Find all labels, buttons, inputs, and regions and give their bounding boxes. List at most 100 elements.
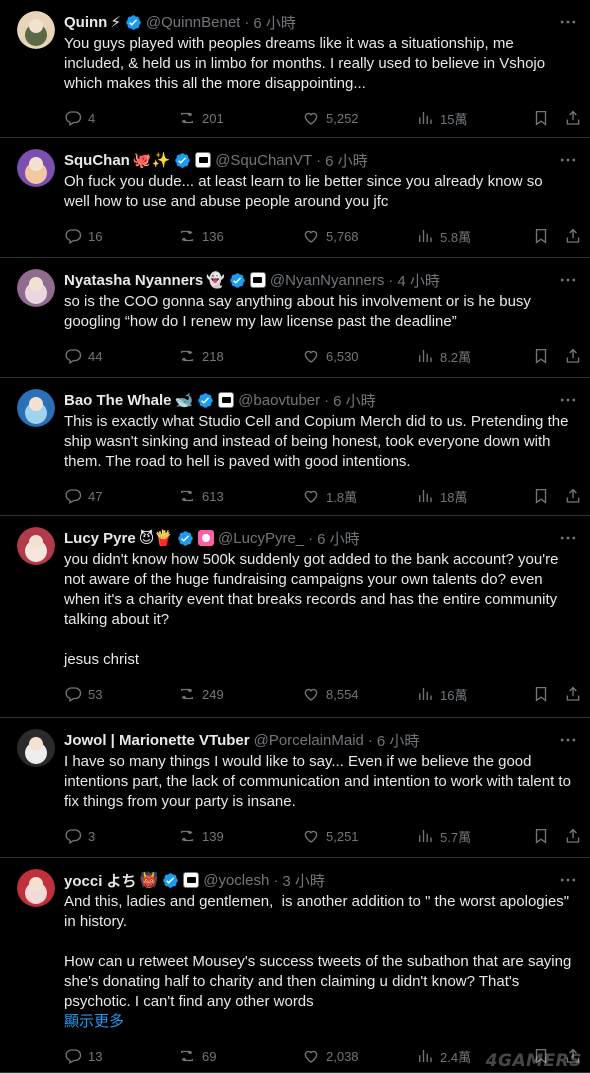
bookmark-button[interactable] — [532, 827, 556, 845]
separator-dot: · — [324, 391, 330, 409]
timestamp[interactable]: 3 小時 — [282, 870, 325, 891]
tweet[interactable]: Quinn ⚡ @QuinnBenet · 6 小時 You guys play… — [0, 0, 590, 138]
tweet[interactable]: yocci よち 👹 @yoclesh · 3 小時 And this, lad… — [0, 858, 590, 1073]
like-button[interactable]: 5,251 — [302, 827, 359, 845]
user-handle[interactable]: @LucyPyre_ — [218, 530, 304, 547]
reply-button[interactable]: 53 — [64, 685, 102, 703]
reply-button[interactable]: 3 — [64, 827, 95, 845]
bookmark-button[interactable] — [532, 347, 556, 365]
timestamp[interactable]: 6 小時 — [377, 730, 420, 751]
tweet-text[interactable]: This is exactly what Studio Cell and Cop… — [64, 412, 576, 472]
timestamp[interactable]: 4 小時 — [397, 270, 440, 291]
tweet-text[interactable]: You guys played with peoples dreams like… — [64, 34, 576, 94]
avatar[interactable] — [17, 729, 55, 767]
tweet-text[interactable]: Oh fuck you dude... at least learn to li… — [64, 172, 576, 212]
bookmark-button[interactable] — [532, 109, 556, 127]
repost-button[interactable]: 201 — [178, 109, 224, 127]
avatar[interactable] — [17, 869, 55, 907]
tweet-text[interactable]: I have so many things I would like to sa… — [64, 752, 576, 812]
display-name[interactable]: Quinn — [64, 14, 107, 31]
like-button[interactable]: 1.8萬 — [302, 487, 357, 506]
avatar[interactable] — [17, 527, 55, 565]
bookmark-button[interactable] — [532, 487, 556, 505]
bookmark-button[interactable] — [532, 227, 556, 245]
display-name[interactable]: SquChan — [64, 152, 130, 169]
views-button[interactable]: 8.2萬 — [416, 347, 471, 366]
tweet-text[interactable]: so is the COO gonna say anything about h… — [64, 292, 576, 332]
share-button[interactable] — [564, 227, 588, 245]
name-emoji: ⚡ — [110, 13, 121, 31]
affiliate-badge-icon[interactable] — [183, 872, 200, 888]
avatar[interactable] — [17, 149, 55, 187]
like-button[interactable]: 8,554 — [302, 685, 359, 703]
tweet-text[interactable]: you didn't know how 500k suddenly got ad… — [64, 550, 576, 670]
reply-button[interactable]: 16 — [64, 227, 102, 245]
verified-badge-icon — [126, 14, 141, 30]
reply-button[interactable]: 47 — [64, 487, 102, 505]
more-options-icon[interactable] — [558, 730, 578, 750]
repost-button[interactable]: 249 — [178, 685, 224, 703]
heart-icon — [304, 830, 318, 843]
user-handle[interactable]: @NyanNyanners — [270, 272, 384, 289]
share-button[interactable] — [564, 685, 588, 703]
timestamp[interactable]: 6 小時 — [317, 528, 360, 549]
tweet[interactable]: Lucy Pyre 😈🍟 @LucyPyre_ · 6 小時 you didn'… — [0, 516, 590, 718]
like-button[interactable]: 2,038 — [302, 1047, 359, 1065]
views-button[interactable]: 2.4萬 — [416, 1047, 471, 1066]
affiliate-badge-icon[interactable] — [195, 152, 212, 168]
affiliate-badge-icon[interactable] — [218, 392, 235, 408]
repost-button[interactable]: 218 — [178, 347, 224, 365]
display-name[interactable]: Bao The Whale — [64, 392, 172, 409]
affiliate-badge-icon[interactable] — [198, 530, 215, 546]
repost-button[interactable]: 139 — [178, 827, 224, 845]
avatar[interactable] — [17, 389, 55, 427]
display-name[interactable]: yocci よち — [64, 870, 137, 891]
avatar[interactable] — [17, 269, 55, 307]
share-button[interactable] — [564, 347, 588, 365]
reply-button[interactable]: 44 — [64, 347, 102, 365]
views-button[interactable]: 18萬 — [416, 487, 467, 506]
tweet-paragraph: Oh fuck you dude... at least learn to li… — [64, 173, 547, 210]
like-button[interactable]: 6,530 — [302, 347, 359, 365]
share-button[interactable] — [564, 487, 588, 505]
user-handle[interactable]: @baovtuber — [238, 392, 320, 409]
more-options-icon[interactable] — [558, 150, 578, 170]
tweet-text[interactable]: And this, ladies and gentlemen, is anoth… — [64, 892, 576, 1032]
repost-button[interactable]: 136 — [178, 227, 224, 245]
display-name[interactable]: Lucy Pyre — [64, 530, 136, 547]
more-options-icon[interactable] — [558, 270, 578, 290]
bookmark-button[interactable] — [532, 685, 556, 703]
user-handle[interactable]: @yoclesh — [203, 872, 269, 889]
more-options-icon[interactable] — [558, 12, 578, 32]
reply-button[interactable]: 13 — [64, 1047, 102, 1065]
tweet[interactable]: Jowol | Marionette VTuber @PorcelainMaid… — [0, 718, 590, 858]
share-button[interactable] — [564, 109, 588, 127]
like-button[interactable]: 5,252 — [302, 109, 359, 127]
more-options-icon[interactable] — [558, 390, 578, 410]
share-button[interactable] — [564, 827, 588, 845]
repost-button[interactable]: 69 — [178, 1047, 216, 1065]
timestamp[interactable]: 6 小時 — [333, 390, 376, 411]
display-name[interactable]: Jowol | Marionette VTuber — [64, 732, 250, 749]
user-handle[interactable]: @QuinnBenet — [146, 14, 240, 31]
more-options-icon[interactable] — [558, 870, 578, 890]
views-button[interactable]: 15萬 — [416, 109, 467, 128]
timestamp[interactable]: 6 小時 — [253, 12, 296, 33]
show-more-link[interactable]: 顯示更多 — [64, 1012, 572, 1032]
repost-button[interactable]: 613 — [178, 487, 224, 505]
reply-button[interactable]: 4 — [64, 109, 95, 127]
tweet[interactable]: Nyatasha Nyanners 👻 @NyanNyanners · 4 小時… — [0, 258, 590, 378]
views-button[interactable]: 16萬 — [416, 685, 467, 704]
like-button[interactable]: 5,768 — [302, 227, 359, 245]
tweet[interactable]: Bao The Whale 🐋 @baovtuber · 6 小時 This i… — [0, 378, 590, 516]
avatar[interactable] — [17, 11, 55, 49]
user-handle[interactable]: @PorcelainMaid — [254, 732, 364, 749]
more-options-icon[interactable] — [558, 528, 578, 548]
user-handle[interactable]: @SquChanVT — [215, 152, 312, 169]
views-button[interactable]: 5.8萬 — [416, 227, 471, 246]
affiliate-badge-icon[interactable] — [249, 272, 266, 288]
timestamp[interactable]: 6 小時 — [325, 150, 368, 171]
tweet[interactable]: SquChan 🐙✨ @SquChanVT · 6 小時 Oh fuck you… — [0, 138, 590, 258]
views-button[interactable]: 5.7萬 — [416, 827, 471, 846]
display-name[interactable]: Nyatasha Nyanners — [64, 272, 203, 289]
